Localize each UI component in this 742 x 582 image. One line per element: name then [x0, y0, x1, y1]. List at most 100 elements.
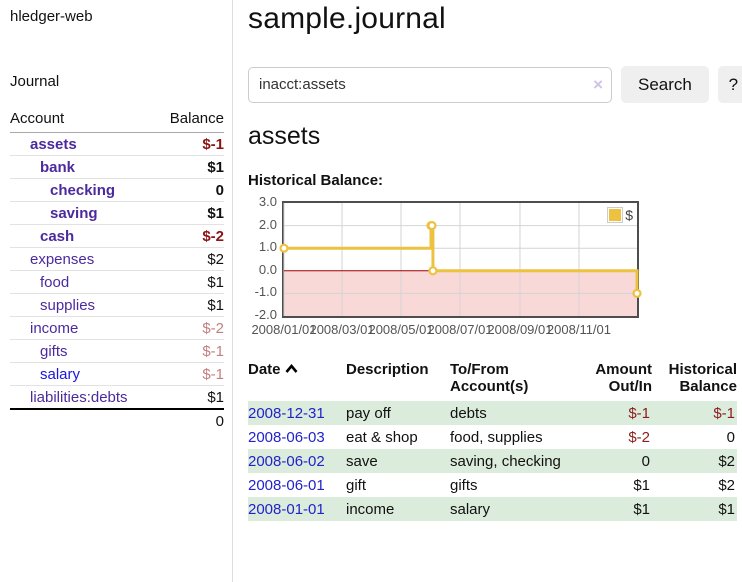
- account-link[interactable]: income: [30, 320, 78, 337]
- transaction-date-link[interactable]: 2008-06-02: [248, 453, 325, 470]
- transaction-balance: $1: [652, 497, 737, 521]
- search-input[interactable]: [248, 67, 612, 103]
- app-title-link[interactable]: hledger-web: [10, 8, 93, 25]
- account-row: gifts $-1: [10, 340, 224, 363]
- account-balance: $-1: [156, 133, 224, 156]
- account-link[interactable]: supplies: [40, 297, 95, 314]
- clear-search-icon[interactable]: ×: [593, 75, 603, 94]
- chart-legend: $: [606, 207, 634, 223]
- transaction-amount: $1: [570, 473, 652, 497]
- account-balance: $1: [156, 202, 224, 225]
- y-axis-tick-label: -1.0: [248, 284, 277, 299]
- transaction-date-link[interactable]: 2008-06-01: [248, 477, 325, 494]
- transaction-date-link[interactable]: 2008-12-31: [248, 405, 325, 422]
- account-balance: $1: [156, 271, 224, 294]
- account-row: bank $1: [10, 156, 224, 179]
- transaction-amount: $-1: [570, 401, 652, 425]
- register-col-balance: Historical Balance: [652, 361, 737, 401]
- transaction-date-link[interactable]: 2008-06-03: [248, 429, 325, 446]
- account-balance: $2: [156, 248, 224, 271]
- account-row: expenses $2: [10, 248, 224, 271]
- account-row: liabilities:debts$1: [10, 386, 224, 410]
- transaction-balance: $2: [652, 449, 737, 473]
- account-link[interactable]: saving: [50, 205, 98, 222]
- account-row: supplies $1: [10, 294, 224, 317]
- account-row: saving $1: [10, 202, 224, 225]
- transaction-accounts: gifts: [450, 473, 570, 497]
- account-heading: assets: [248, 122, 742, 151]
- y-axis-tick-label: 0.0: [248, 262, 277, 277]
- account-link[interactable]: salary: [40, 366, 80, 383]
- register-col-date: Date: [248, 361, 346, 401]
- y-axis-tick-label: 1.0: [248, 239, 277, 254]
- transaction-date-link[interactable]: 2008-01-01: [248, 501, 325, 518]
- account-link[interactable]: gifts: [40, 343, 68, 360]
- balance-chart: $ 3.02.01.00.0-1.0-2.02008/01/012008/03/…: [248, 199, 640, 341]
- accounts-total-row: 0: [10, 409, 224, 432]
- accounts-col-balance: Balance: [156, 107, 224, 133]
- chart-heading: Historical Balance:: [248, 172, 742, 189]
- register-row: 2008-06-01 giftgifts$1$2: [248, 473, 737, 497]
- help-button[interactable]: ?: [718, 66, 742, 103]
- main-content: sample.journal × Search ? assets Histori…: [233, 0, 742, 582]
- account-row: cash $-2: [10, 225, 224, 248]
- register-row: 2008-12-31pay offdebts$-1$-1: [248, 401, 737, 425]
- sort-asc-chevron-up-icon: [285, 361, 298, 378]
- transaction-amount: $-2: [570, 425, 652, 449]
- register-col-accounts: To/From Account(s): [450, 361, 570, 401]
- account-balance: $1: [156, 294, 224, 317]
- transaction-accounts: saving, checking: [450, 449, 570, 473]
- app-window: hledger-web Journal Account Balance asse…: [0, 0, 742, 582]
- account-link[interactable]: assets: [30, 136, 77, 153]
- account-balance: $-1: [156, 340, 224, 363]
- account-balance: $-1: [156, 363, 224, 386]
- y-axis-tick-label: -2.0: [248, 307, 277, 322]
- register-table: Date Description To/From Account(s) Amou…: [248, 361, 737, 521]
- account-link[interactable]: checking: [50, 182, 115, 199]
- accounts-table: Account Balance assets $-1 bank $1 checking 0…: [10, 107, 224, 432]
- register-col-description: Description: [346, 361, 450, 401]
- account-link[interactable]: liabilities:debts: [30, 389, 128, 406]
- transaction-description: eat & shop: [346, 425, 450, 449]
- sidebar: hledger-web Journal Account Balance asse…: [0, 0, 233, 582]
- account-row: assets $-1: [10, 133, 224, 156]
- transaction-balance: 0: [652, 425, 737, 449]
- accounts-col-account: Account: [10, 107, 156, 133]
- transaction-balance: $2: [652, 473, 737, 497]
- transaction-amount: 0: [570, 449, 652, 473]
- account-balance: $-2: [156, 225, 224, 248]
- register-row: 2008-01-01incomesalary$1$1: [248, 497, 737, 521]
- account-link[interactable]: bank: [40, 159, 75, 176]
- legend-label: $: [625, 207, 633, 223]
- register-col-amount: Amount Out/In: [570, 361, 652, 401]
- account-link[interactable]: expenses: [30, 251, 94, 268]
- y-axis-tick-label: 3.0: [248, 194, 277, 209]
- sidebar-item-journal[interactable]: Journal: [10, 73, 59, 90]
- transaction-description: income: [346, 497, 450, 521]
- transaction-description: gift: [346, 473, 450, 497]
- accounts-table-header: Account Balance: [10, 107, 224, 133]
- account-link[interactable]: cash: [40, 228, 74, 245]
- page-title: sample.journal: [248, 2, 742, 36]
- transaction-description: pay off: [346, 401, 450, 425]
- chart-canvas: [284, 203, 637, 316]
- account-row: income $-2: [10, 317, 224, 340]
- account-row: checking 0: [10, 179, 224, 202]
- transaction-accounts: food, supplies: [450, 425, 570, 449]
- account-row: food $1: [10, 271, 224, 294]
- accounts-total-value: 0: [156, 409, 224, 432]
- chart-plot-area[interactable]: $: [282, 201, 639, 318]
- account-balance: $-2: [156, 317, 224, 340]
- x-axis-tick-label: 2008/11/01: [544, 322, 614, 337]
- register-row: 2008-06-02 savesaving, checking0$2: [248, 449, 737, 473]
- search-input-wrap: ×: [248, 67, 612, 103]
- accounts-table-body: assets$-1bank$1checking0saving$1cash$-2e…: [10, 133, 224, 410]
- transaction-accounts: debts: [450, 401, 570, 425]
- account-row: salary $-1: [10, 363, 224, 386]
- search-button[interactable]: Search: [621, 66, 709, 103]
- account-balance: $1: [156, 156, 224, 179]
- transaction-description: save: [346, 449, 450, 473]
- register-table-body: 2008-12-31pay offdebts$-1$-12008-06-03ea…: [248, 401, 737, 521]
- account-balance: 0: [156, 179, 224, 202]
- account-link[interactable]: food: [40, 274, 69, 291]
